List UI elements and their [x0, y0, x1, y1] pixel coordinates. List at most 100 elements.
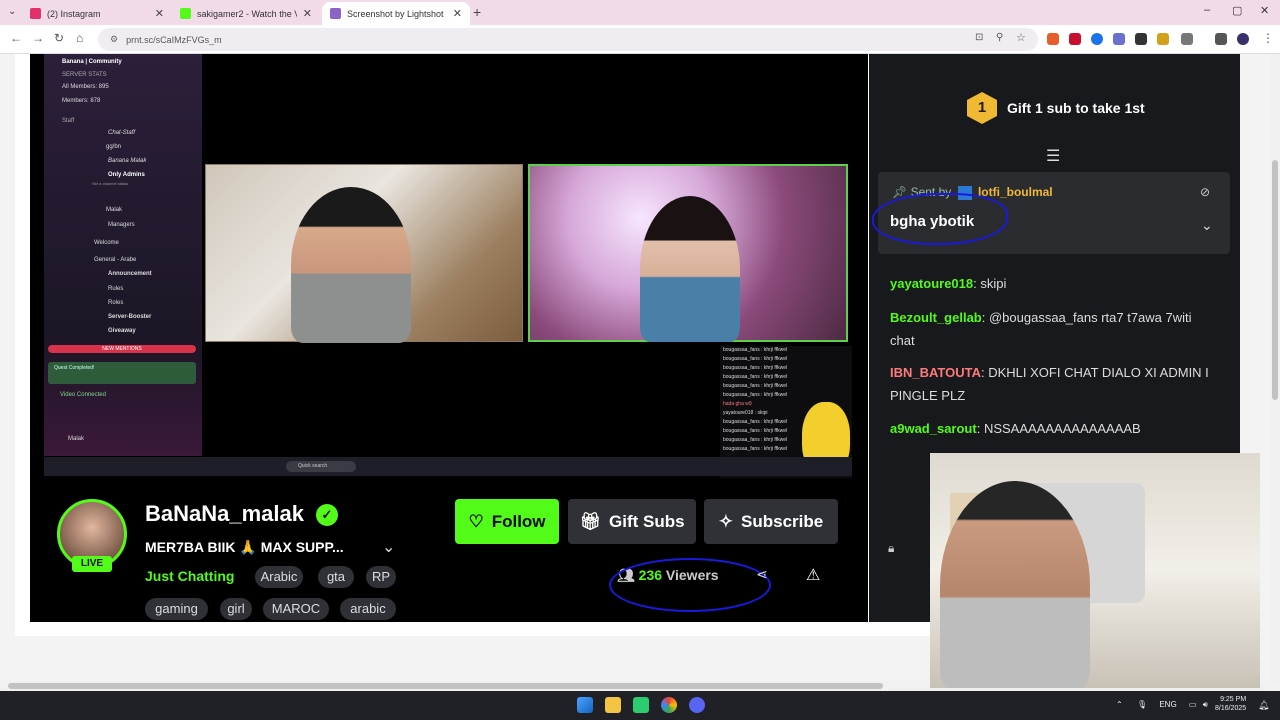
volume-icon[interactable]: 🔊︎ [1203, 700, 1208, 709]
tab-instagram[interactable]: (2) Instagram ✕ [22, 2, 172, 25]
minimize-button[interactable]: – [1204, 4, 1210, 16]
system-tray: ⌃ 🎙︎ ENG ▭ 🔊︎ [1116, 700, 1208, 710]
discord-category: General - Arabe [94, 257, 137, 263]
back-arrow-icon[interactable]: ← [10, 31, 22, 45]
forward-arrow-icon[interactable]: → [32, 31, 44, 45]
overlay-chat-line: bougassaa_fans : khrji ffkwel [723, 365, 788, 371]
chat-username[interactable]: a9wad_sarout [890, 421, 977, 436]
overlay-chat-line: bougassaa_fans : khrji ffkwel [723, 347, 788, 353]
voice-status: Video Connected [60, 392, 106, 398]
overlay-chat-line: bougassaa_fans : khrji ffkwel [723, 383, 788, 389]
quest-text: Quest Completed! [54, 365, 95, 371]
extension-icon[interactable] [1069, 33, 1081, 45]
language-indicator[interactable]: ENG [1159, 700, 1176, 709]
chevron-up-icon[interactable]: ⌃ [1116, 700, 1123, 709]
tag-pill[interactable]: gaming [145, 598, 208, 620]
chat-filter-icon[interactable]: ☰ [1046, 146, 1060, 166]
reading-list-icon[interactable] [1215, 33, 1227, 45]
microphone-icon[interactable]: 🎙︎ [1137, 700, 1147, 709]
stream-category-link[interactable]: Just Chatting [145, 568, 234, 584]
gift-leaderboard-prompt[interactable]: 1 Gift 1 sub to take 1st [967, 92, 1145, 124]
gift-subs-button[interactable]: 🎁︎ Gift Subs [568, 499, 696, 544]
extension-icon[interactable] [1135, 33, 1147, 45]
instagram-icon [30, 8, 41, 19]
discord-channel: Chat-Staff [108, 130, 136, 136]
notification-bell-icon[interactable]: 🔔︎ [1258, 700, 1269, 711]
chat-username[interactable]: IBN_BATOUTA [890, 365, 981, 380]
horizontal-scroll-thumb[interactable] [8, 683, 883, 689]
report-warning-icon[interactable]: ⚠ [806, 565, 820, 585]
tab-search-icon[interactable]: ⌄ [8, 6, 16, 17]
chrome-icon[interactable] [661, 697, 677, 713]
person-silhouette [291, 187, 411, 343]
hide-eye-icon[interactable]: ⊘ [1200, 185, 1210, 199]
close-tab-icon[interactable]: ✕ [453, 7, 462, 20]
home-icon[interactable]: ⌂ [76, 31, 83, 45]
discord-user-panel: Malak [68, 436, 85, 442]
sparkle-icon: ✧ [718, 511, 734, 531]
windows-start-icon[interactable] [577, 697, 593, 713]
chevron-down-icon[interactable]: ⌄ [382, 537, 395, 557]
close-tab-icon[interactable]: ✕ [155, 7, 164, 20]
new-mentions-bar: NEW MENTIONS [48, 345, 196, 353]
extensions-puzzle-icon[interactable] [1181, 33, 1193, 45]
tab-lightshot[interactable]: Screenshot by Lightshot ✕ [322, 2, 470, 25]
chat-input-lock-icon[interactable]: 🔒︎ [888, 541, 894, 556]
chat-username[interactable]: yayatoure018 [890, 276, 973, 291]
install-app-icon[interactable]: ⊡ [975, 32, 983, 43]
chat-text: NSSAAAAAAAAAAAAAAB [983, 421, 1141, 436]
quest-banner: Quest Completed! [48, 362, 196, 384]
app-icon[interactable] [633, 697, 649, 713]
chat-message: Bezoult_gellab: @bougassaa_fans rta7 t7a… [890, 310, 1192, 348]
zoom-icon[interactable]: ⚲ [996, 32, 1003, 43]
tag-pill[interactable]: gta [318, 566, 354, 588]
tag-pill[interactable]: RP [366, 566, 396, 588]
discord-channel: Giveaway [108, 328, 136, 334]
chevron-down-icon[interactable]: ⌄ [1201, 217, 1213, 234]
file-explorer-icon[interactable] [605, 697, 621, 713]
browser-tab-strip: ⌄ (2) Instagram ✕ sakigamer2 - Watch the… [0, 0, 1280, 25]
tab-title: (2) Instagram [47, 8, 101, 19]
browser-toolbar: ← → ↻ ⌂ ⚙ prnt.sc/sCaIMzFVGs_m ⊡ ⚲ ☆ ⋮ [0, 25, 1280, 54]
annotation-ellipse [872, 193, 1008, 245]
address-bar[interactable]: ⚙ prnt.sc/sCaIMzFVGs_m [98, 28, 1038, 51]
discord-category: SERVER STATS [62, 72, 107, 78]
extension-icon[interactable] [1091, 33, 1103, 45]
follow-button[interactable]: ♡ Follow [455, 499, 559, 544]
streamer-name[interactable]: BaNaNa_malak [145, 501, 304, 527]
discord-channel: gg/bn [106, 144, 122, 150]
discord-channel: Banana Malak [108, 158, 147, 164]
discord-channel-status: Set a channel status [92, 181, 129, 186]
tab-title: sakigamer2 - Watch the VOD o [197, 8, 297, 19]
tag-pill[interactable]: girl [220, 598, 252, 620]
chat-message: yayatoure018: skipi [890, 276, 1007, 291]
bookmark-star-icon[interactable]: ☆ [1016, 31, 1026, 44]
extension-icon[interactable] [1047, 33, 1059, 45]
new-tab-button[interactable]: + [473, 4, 481, 20]
tag-pill[interactable]: Arabic [255, 566, 303, 588]
chat-username[interactable]: Bezoult_gellab [890, 310, 982, 325]
share-icon[interactable]: ⋖ [756, 566, 768, 583]
maximize-button[interactable]: ▢ [1232, 4, 1242, 17]
gift-prompt-text: Gift 1 sub to take 1st [1007, 100, 1145, 116]
close-window-button[interactable]: ✕ [1260, 4, 1269, 17]
tag-pill[interactable]: arabic [340, 598, 396, 620]
profile-avatar-icon[interactable] [1237, 33, 1249, 45]
extension-icon[interactable] [1113, 33, 1125, 45]
vertical-scroll-thumb[interactable] [1272, 160, 1278, 400]
extension-icon[interactable] [1157, 33, 1169, 45]
follow-label: Follow [491, 511, 546, 531]
system-clock[interactable]: 9:25 PM 8/16/2025 [1215, 695, 1246, 713]
tab-kick-vod[interactable]: sakigamer2 - Watch the VOD o ✕ [172, 2, 320, 25]
network-icon[interactable]: ▭ [1189, 700, 1197, 709]
pinned-username[interactable]: lotfi_boulmal [978, 185, 1053, 199]
tag-pill[interactable]: MAROC [263, 598, 329, 620]
subscribe-button[interactable]: ✧ Subscribe [704, 499, 838, 544]
close-tab-icon[interactable]: ✕ [303, 7, 312, 20]
menu-dots-icon[interactable]: ⋮ [1262, 31, 1274, 45]
tab-title: Screenshot by Lightshot [347, 8, 444, 19]
reload-icon[interactable]: ↻ [54, 31, 64, 45]
site-info-icon[interactable]: ⚙ [110, 34, 118, 45]
gift-subs-label: Gift Subs [609, 511, 685, 531]
discord-icon[interactable] [689, 697, 705, 713]
